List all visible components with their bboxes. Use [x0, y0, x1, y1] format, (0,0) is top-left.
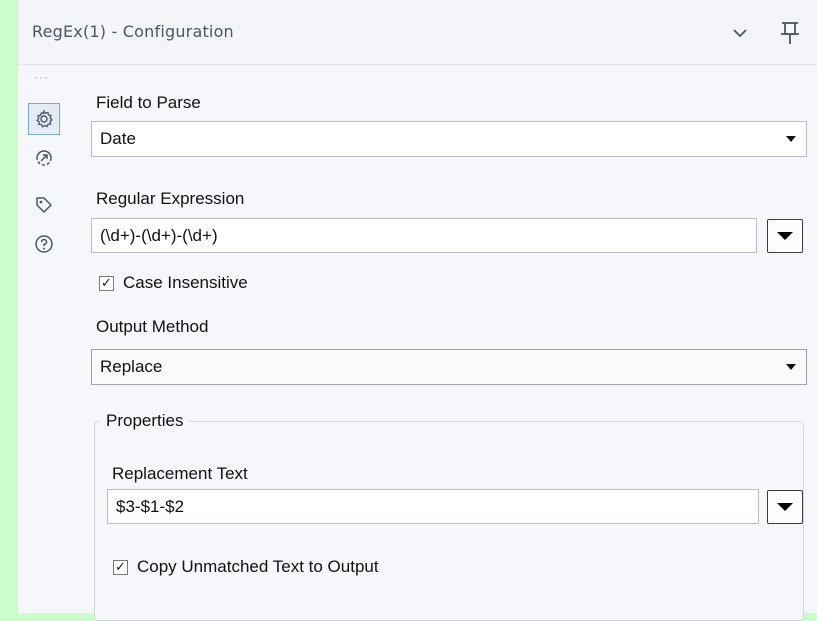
copy-unmatched-checkbox[interactable]: ✓ — [113, 559, 128, 575]
panel-header: RegEx(1) - Configuration — [18, 0, 817, 65]
output-method-select[interactable]: Replace — [91, 349, 807, 385]
field-to-parse-select[interactable]: Date — [91, 121, 807, 157]
chevron-down-icon[interactable] — [725, 18, 755, 48]
checkmark-icon: ✓ — [115, 559, 126, 575]
replacement-text-input[interactable]: $3-$1-$2 — [107, 489, 759, 524]
regex-tools-dropdown-button[interactable] — [767, 219, 803, 253]
checkmark-icon: ✓ — [101, 275, 112, 291]
properties-legend: Properties — [100, 411, 190, 431]
regular-expression-input[interactable]: (\d+)-(\d+)-(\d+) — [91, 218, 757, 253]
replacement-tools-dropdown-button[interactable] — [767, 490, 803, 524]
copy-unmatched-label: Copy Unmatched Text to Output — [137, 557, 379, 576]
dots-icon[interactable]: ··· — [34, 71, 49, 83]
field-to-parse-value: Date — [100, 129, 136, 148]
triangle-down-icon — [777, 232, 793, 240]
help-icon[interactable] — [28, 228, 60, 260]
chevron-down-icon — [786, 136, 796, 142]
tag-icon[interactable] — [28, 189, 60, 221]
panel-title: RegEx(1) - Configuration — [32, 22, 234, 41]
case-insensitive-label: Case Insensitive — [123, 273, 248, 292]
pin-icon[interactable] — [775, 18, 805, 48]
chevron-down-icon — [786, 364, 796, 370]
replacement-text-value: $3-$1-$2 — [116, 496, 185, 516]
gear-icon[interactable] — [28, 103, 60, 135]
case-insensitive-checkbox[interactable]: ✓ — [99, 275, 114, 291]
case-insensitive-checkbox-row[interactable]: ✓ Case Insensitive — [99, 273, 248, 293]
triangle-down-icon — [777, 503, 793, 511]
output-method-label: Output Method — [96, 317, 209, 336]
copy-unmatched-checkbox-row[interactable]: ✓ Copy Unmatched Text to Output — [113, 557, 379, 577]
output-method-value: Replace — [100, 357, 163, 376]
regular-expression-value: (\d+)-(\d+)-(\d+) — [100, 225, 218, 245]
field-to-parse-label: Field to Parse — [96, 93, 201, 112]
side-rail: ··· — [18, 65, 74, 613]
connection-icon[interactable] — [28, 142, 60, 174]
replacement-text-label: Replacement Text — [112, 464, 248, 483]
regular-expression-label: Regular Expression — [96, 189, 245, 208]
configuration-panel: RegEx(1) - Configuration ··· Field to Pa… — [17, 0, 817, 621]
